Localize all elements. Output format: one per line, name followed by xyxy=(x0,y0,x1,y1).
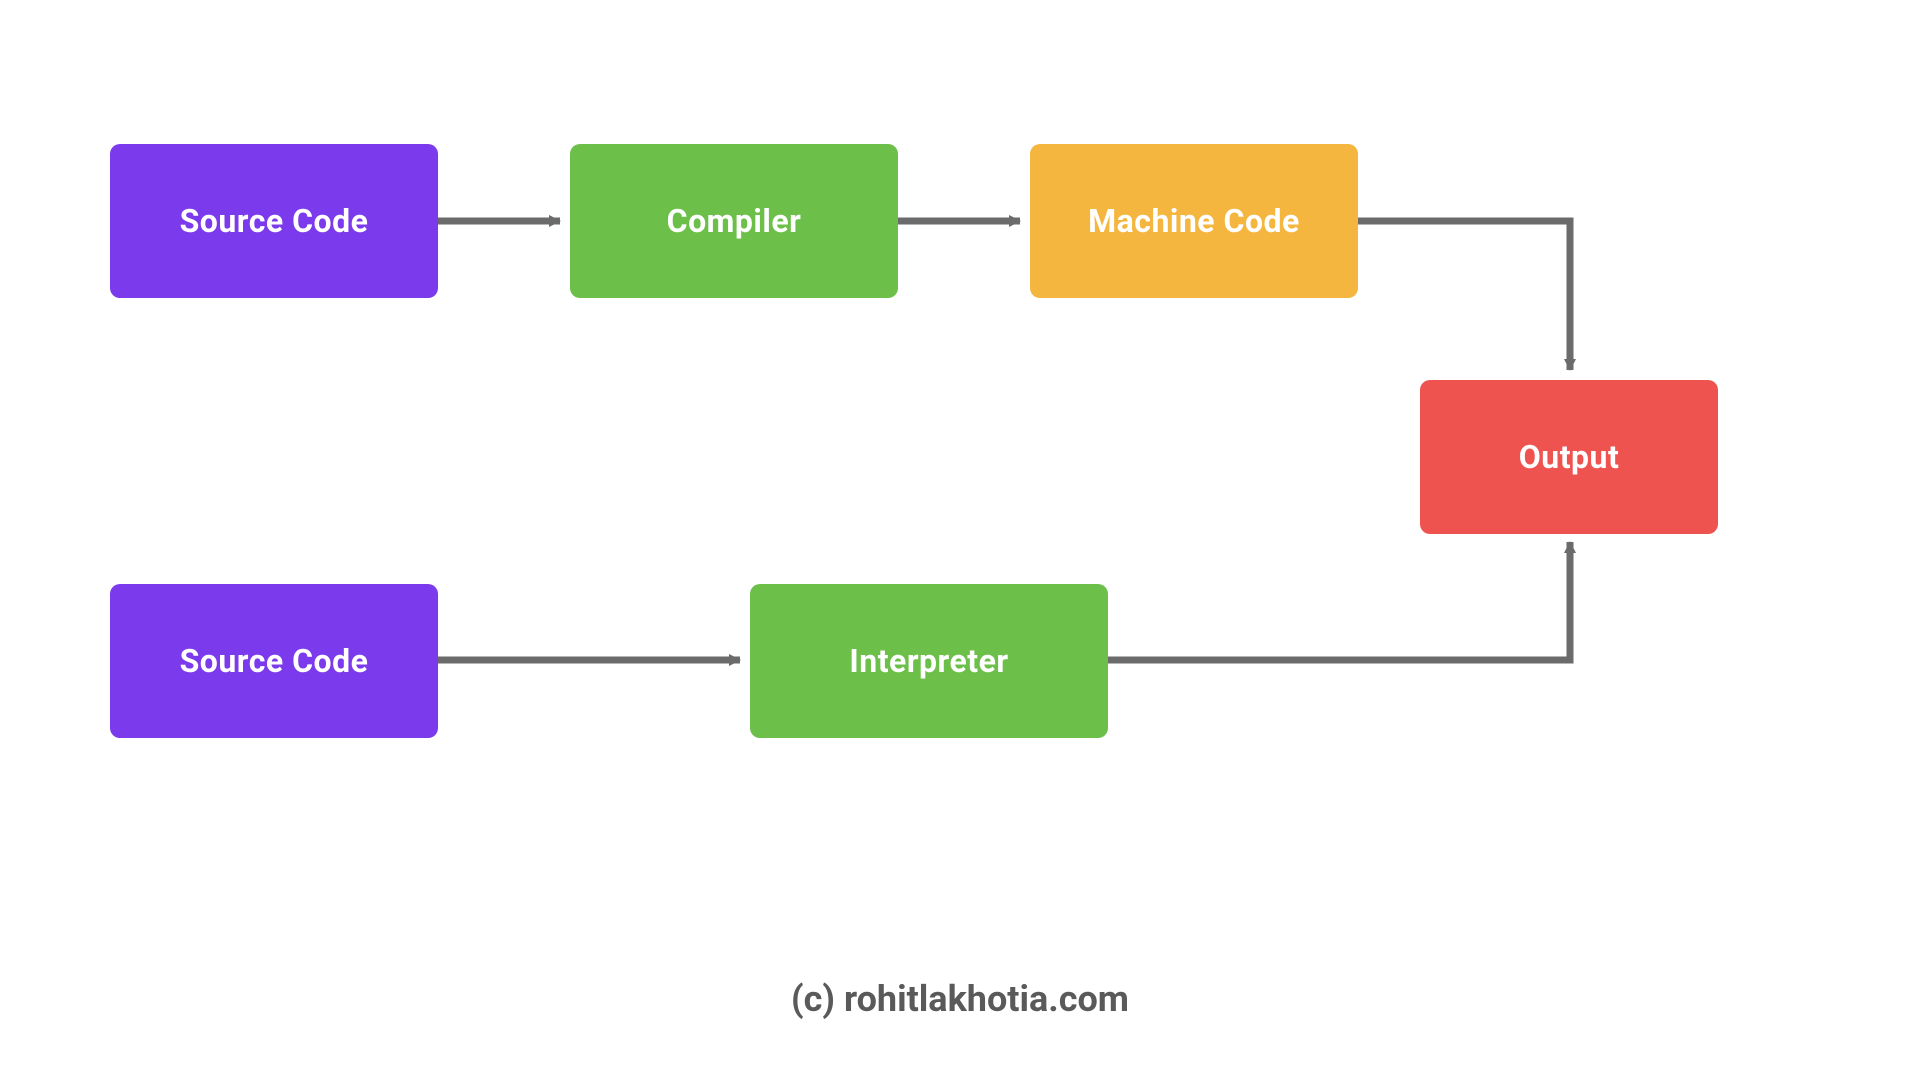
node-compiler: Compiler xyxy=(570,144,898,298)
arrow-machine-to-output xyxy=(1358,221,1570,370)
attribution-text: (c) rohitlakhotia.com xyxy=(791,978,1129,1020)
node-output: Output xyxy=(1420,380,1718,534)
node-source-code-1: Source Code xyxy=(110,144,438,298)
node-source-code-2: Source Code xyxy=(110,584,438,738)
arrow-interpreter-to-output xyxy=(1108,542,1570,660)
diagram-container: Source Code Compiler Machine Code Output… xyxy=(0,0,1920,1080)
node-machine-code: Machine Code xyxy=(1030,144,1358,298)
node-interpreter: Interpreter xyxy=(750,584,1108,738)
